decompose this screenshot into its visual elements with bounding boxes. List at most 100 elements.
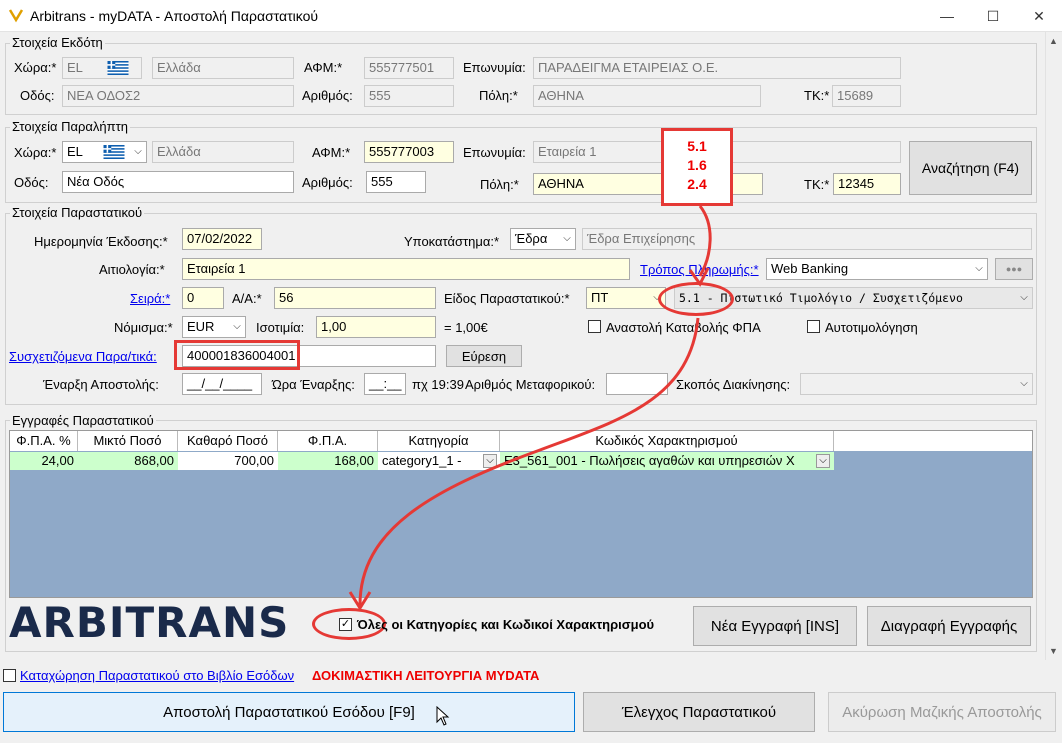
aa-label: Α/Α:* <box>232 291 262 306</box>
ship-start-label: Έναρξη Αποστολής: <box>43 377 159 392</box>
find-button[interactable]: Εύρεση <box>446 345 522 367</box>
grid-col-code[interactable]: Κωδικός Χαρακτηρισμού <box>500 431 834 451</box>
recipient-zip-input[interactable]: 12345 <box>833 173 901 195</box>
minimize-button[interactable]: — <box>924 0 970 32</box>
close-button[interactable]: ✕ <box>1016 0 1062 32</box>
grid-col-vat[interactable]: Φ.Π.Α. <box>278 431 378 451</box>
book-entry-checkbox[interactable] <box>3 669 16 682</box>
cell-vat[interactable]: 168,00 <box>278 452 378 470</box>
branch-description: Έδρα Επιχείρησης <box>582 228 1032 250</box>
cell-code[interactable]: E3_561_001 - Πωλήσεις αγαθών και υπηρεσι… <box>500 452 834 470</box>
vehicle-input[interactable] <box>606 373 668 395</box>
payment-method-select[interactable]: Web Banking ⌵ <box>766 258 988 280</box>
book-entry-link[interactable]: Καταχώρηση Παραστατικού στο Βιβλίο Εσόδω… <box>20 668 294 683</box>
issuer-city-label: Πόλη:* <box>479 88 518 103</box>
callout-line-2: 1.6 <box>687 157 707 173</box>
new-entry-button[interactable]: Νέα Εγγραφή [INS] <box>693 606 857 646</box>
reason-input[interactable]: Εταιρεία 1 <box>182 258 630 280</box>
issuer-number-field: 555 <box>364 85 454 107</box>
rate-input[interactable]: 1,00 <box>316 316 436 338</box>
aa-input[interactable]: 56 <box>274 287 436 309</box>
scroll-down-icon[interactable]: ▼ <box>1049 646 1058 656</box>
cell-net[interactable]: 700,00 <box>178 452 278 470</box>
lines-grid[interactable]: Φ.Π.Α. % Μικτό Ποσό Καθαρό Ποσό Φ.Π.Α. Κ… <box>9 430 1033 598</box>
payment-more-button[interactable]: ●●● <box>995 258 1033 280</box>
series-input[interactable]: 0 <box>182 287 224 309</box>
vat-suspend-checkbox[interactable] <box>588 320 601 333</box>
app-logo-icon <box>8 9 24 23</box>
vertical-scrollbar[interactable]: ▲ ▼ <box>1045 32 1062 660</box>
search-recipient-button[interactable]: Αναζήτηση (F4) <box>909 141 1032 195</box>
issuer-country-field: EL <box>62 57 142 79</box>
chevron-down-icon[interactable]: ⌵ <box>816 454 830 468</box>
doc-type-highlight-ellipse <box>658 282 734 316</box>
ship-start-input[interactable]: __/__/____ <box>182 373 262 395</box>
grid-col-category[interactable]: Κατηγορία <box>378 431 500 451</box>
currency-select[interactable]: EUR ⌵ <box>182 316 246 338</box>
recipient-afm-label: ΑΦΜ:* <box>312 145 351 160</box>
self-invoice-checkbox[interactable] <box>807 320 820 333</box>
chevron-down-icon: ⌵ <box>1020 292 1028 303</box>
doc-type-label: Είδος Παραστατικού:* <box>444 291 570 306</box>
recipient-country-code: EL <box>67 144 83 159</box>
cell-vat-pct[interactable]: 24,00 <box>10 452 78 470</box>
move-purpose-select[interactable]: ⌵ <box>800 373 1033 395</box>
send-document-button[interactable]: Αποστολή Παραστατικού Εσόδου [F9] <box>3 692 575 732</box>
self-invoice-label: Αυτοτιμολόγηση <box>825 320 918 335</box>
chevron-down-icon: ⌵ <box>563 233 571 244</box>
recipient-legend: Στοιχεία Παραλήπτη <box>10 119 130 134</box>
issue-date-input[interactable]: 07/02/2022 <box>182 228 262 250</box>
callout-box: 5.1 1.6 2.4 <box>661 128 733 206</box>
doc-type-code-select[interactable]: ΠΤ ⌵ <box>586 287 666 309</box>
scroll-up-icon[interactable]: ▲ <box>1049 36 1058 46</box>
document-legend: Στοιχεία Παραστατικού <box>10 205 145 220</box>
grid-col-gross[interactable]: Μικτό Ποσό <box>78 431 178 451</box>
issuer-street-label: Οδός: <box>20 88 55 103</box>
issuer-zip-field: 15689 <box>832 85 901 107</box>
cancel-bulk-send-button[interactable]: Ακύρωση Μαζικής Αποστολής <box>828 692 1056 732</box>
issuer-number-label: Αριθμός: <box>302 88 353 103</box>
lines-legend: Εγγραφές Παραστατικού <box>10 413 156 428</box>
grid-col-vat-pct[interactable]: Φ.Π.Α. % <box>10 431 78 451</box>
recipient-country-select[interactable]: EL ⌵ <box>62 141 147 163</box>
start-time-label: Ώρα Έναρξης: <box>272 377 355 392</box>
series-link[interactable]: Σειρά:* <box>130 291 170 306</box>
start-time-input[interactable]: __:__ <box>364 373 406 395</box>
recipient-street-input[interactable]: Νέα Οδός <box>62 171 294 193</box>
vat-suspend-label: Αναστολή Καταβολής ΦΠΑ <box>606 320 761 335</box>
related-docs-link[interactable]: Συσχετιζόμενα Παρα/τικά: <box>9 349 157 364</box>
recipient-country-name: Ελλάδα <box>152 141 294 163</box>
test-mode-label: ΔΟΚΙΜΑΣΤΙΚΗ ΛΕΙΤΟΥΡΓΙΑ MYDATA <box>312 668 540 683</box>
issuer-legend: Στοιχεία Εκδότη <box>10 35 105 50</box>
check-document-button[interactable]: Έλεγχος Παραστατικού <box>583 692 815 732</box>
rate-equivalent: = 1,00€ <box>444 320 488 335</box>
chevron-down-icon[interactable]: ⌵ <box>483 454 497 468</box>
brand-logo: ARBITRANS <box>9 598 290 647</box>
recipient-number-input[interactable]: 555 <box>366 171 426 193</box>
all-categories-checkbox[interactable]: ✓ <box>339 618 352 631</box>
issuer-afm-field: 555777501 <box>364 57 454 79</box>
related-docs-highlight <box>174 340 300 370</box>
grid-col-empty <box>834 431 1032 451</box>
callout-line-3: 2.4 <box>687 176 707 192</box>
grid-col-net[interactable]: Καθαρό Ποσό <box>178 431 278 451</box>
issuer-country-name: Ελλάδα <box>152 57 294 79</box>
all-categories-label: Όλες οι Κατηγορίες και Κωδικοί Χαρακτηρι… <box>357 617 655 632</box>
recipient-zip-label: ΤΚ:* <box>804 177 830 192</box>
cell-category[interactable]: category1_1 - <box>378 452 500 470</box>
delete-entry-button[interactable]: Διαγραφή Εγγραφής <box>867 606 1031 646</box>
branch-select[interactable]: Έδρα ⌵ <box>510 228 576 250</box>
currency-label: Νόμισμα:* <box>114 320 173 335</box>
chevron-down-icon: ⌵ <box>233 321 241 332</box>
chevron-down-icon: ⌵ <box>975 263 983 274</box>
maximize-button[interactable]: ☐ <box>970 0 1016 32</box>
cell-gross[interactable]: 868,00 <box>78 452 178 470</box>
recipient-afm-input[interactable]: 555777003 <box>364 141 454 163</box>
recipient-city-label: Πόλη:* <box>480 177 519 192</box>
table-row[interactable]: 24,00 868,00 700,00 168,00 category1_1 -… <box>10 452 834 470</box>
chevron-down-icon: ⌵ <box>134 146 142 157</box>
doc-type-code: ΠΤ <box>591 290 609 305</box>
issuer-street-field: ΝΕΑ ΟΔΟΣ2 <box>62 85 294 107</box>
payment-method-link[interactable]: Τρόπος Πληρωμής:* <box>640 262 759 277</box>
recipient-number-label: Αριθμός: <box>302 175 353 190</box>
